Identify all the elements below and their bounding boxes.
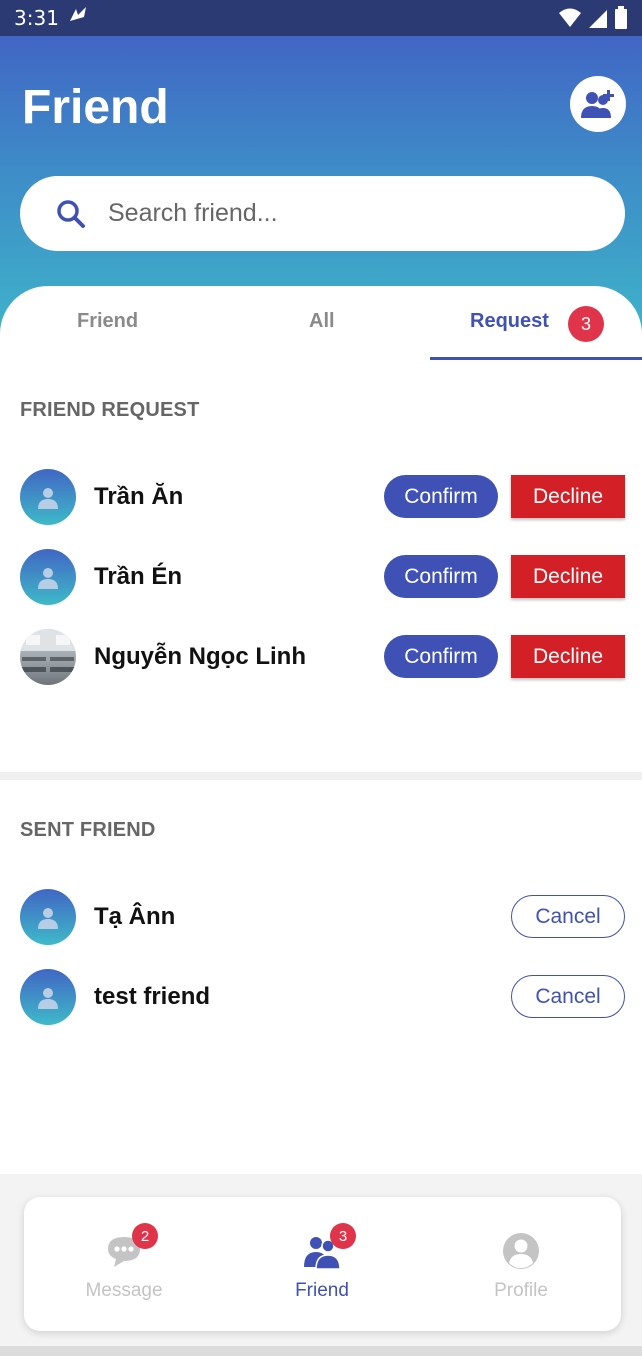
sent-row: Tạ Ânn Cancel [20, 889, 625, 945]
search-input[interactable] [108, 199, 558, 228]
friend-name: test friend [94, 983, 211, 1010]
avatar [20, 889, 76, 945]
confirm-button[interactable]: Confirm [384, 555, 498, 598]
confirm-button[interactable]: Confirm [384, 475, 498, 518]
friend-name: Trần Én [94, 563, 183, 590]
tab-friend[interactable]: Friend [77, 310, 138, 333]
user-icon [38, 488, 58, 509]
status-bar: 3:31 [0, 0, 642, 36]
request-row: Trần Ăn Confirm Decline [20, 469, 625, 525]
user-icon [38, 908, 58, 929]
search-icon [57, 199, 85, 228]
cancel-button[interactable]: Cancel [511, 895, 625, 938]
nav-item-profile[interactable]: Profile [461, 1231, 581, 1302]
friend-name: Nguyễn Ngọc Linh [94, 643, 306, 670]
request-count-badge: 3 [568, 306, 604, 342]
search-box[interactable] [20, 176, 625, 251]
tab-all[interactable]: All [309, 310, 335, 333]
friends-icon: 3 [302, 1223, 356, 1271]
page-title: Friend [22, 81, 169, 134]
decline-button[interactable]: Decline [511, 555, 625, 598]
user-icon [38, 568, 58, 589]
request-row: Nguyễn Ngọc Linh Confirm Decline [20, 629, 625, 685]
profile-icon [501, 1231, 541, 1271]
message-badge: 2 [132, 1223, 158, 1249]
avatar-photo [20, 629, 76, 685]
status-time: 3:31 [14, 6, 59, 30]
user-icon [38, 988, 58, 1009]
signal-icon [589, 10, 607, 28]
notification-icon [66, 5, 90, 33]
classroom-photo-icon [20, 629, 76, 672]
avatar [20, 469, 76, 525]
status-icons [558, 6, 628, 30]
nav-label-friend: Friend [295, 1280, 349, 1301]
confirm-button[interactable]: Confirm [384, 635, 498, 678]
add-user-icon [581, 90, 614, 118]
content-panel: Friend All Request 3 FRIEND REQUEST Trần… [0, 286, 642, 1174]
nav-label-profile: Profile [494, 1280, 548, 1301]
avatar [20, 969, 76, 1025]
decline-button[interactable]: Decline [511, 635, 625, 678]
tab-request[interactable]: Request [470, 310, 549, 333]
section-title-sent-friend: SENT FRIEND [20, 819, 156, 841]
add-friend-button[interactable] [570, 76, 626, 132]
battery-icon [615, 6, 627, 29]
friend-name: Trần Ăn [94, 483, 184, 510]
nav-item-message[interactable]: 2 Message [64, 1223, 184, 1302]
section-title-friend-request: FRIEND REQUEST [20, 399, 200, 421]
friend-badge: 3 [330, 1223, 356, 1249]
nav-label-message: Message [85, 1280, 163, 1301]
avatar [20, 549, 76, 605]
request-row: Trần Én Confirm Decline [20, 549, 625, 605]
tab-bar: Friend All Request 3 [0, 286, 642, 362]
friend-name: Tạ Ânn [94, 903, 176, 930]
sent-row: test friend Cancel [20, 969, 625, 1025]
cancel-button[interactable]: Cancel [511, 975, 625, 1018]
nav-item-friend[interactable]: 3 Friend [262, 1223, 382, 1302]
system-nav-strip [0, 1346, 642, 1356]
chat-icon: 2 [104, 1223, 158, 1271]
bottom-nav: 2 Message 3 Friend Profile [24, 1197, 621, 1331]
section-divider [0, 772, 642, 780]
active-tab-indicator [430, 357, 642, 360]
decline-button[interactable]: Decline [511, 475, 625, 518]
wifi-icon [559, 8, 581, 27]
